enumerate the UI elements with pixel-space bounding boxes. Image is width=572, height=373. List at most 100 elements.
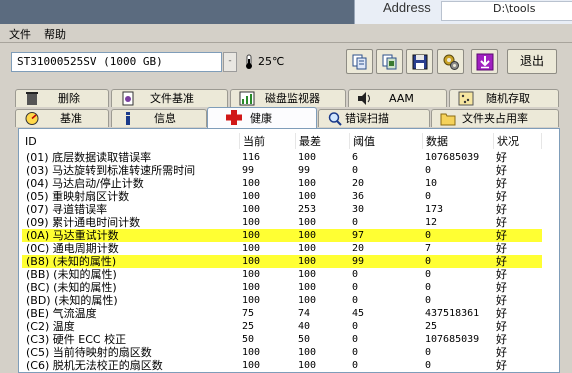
menu-file[interactable]: 文件 [9,26,31,42]
tab-erase[interactable]: 删除 [15,89,109,107]
table-row[interactable]: (C3) 硬件 ECC 校正 50 50 0 107685039 好 [22,333,542,346]
table-row[interactable]: (B8) (未知的属性) 100 100 99 0 好 [22,255,542,268]
cell-st: 好 [496,216,507,229]
cell-st: 好 [496,294,507,307]
tab-error-scan[interactable]: 错误扫描 [318,109,430,127]
tab-benchmark[interactable]: 基准 [15,109,109,127]
cell-thr: 6 [352,152,359,163]
cell-st: 好 [496,333,507,346]
tab-file-benchmark[interactable]: 文件基准 [111,89,228,107]
table-row[interactable]: (03) 马达旋转到标准转速所需时间 99 99 0 0 好 [22,164,542,177]
cell-st: 好 [496,229,507,242]
table-row[interactable]: (05) 重映射扇区计数 100 100 36 0 好 [22,190,542,203]
menu-bar: 文件 帮助 [0,24,572,43]
tab-folder-usage[interactable]: 文件夹占用率 [431,109,559,127]
address-label: Address [383,0,431,15]
options-button[interactable] [437,49,464,74]
table-row[interactable]: (BE) 气流温度 75 74 45 437518361 好 [22,307,542,320]
cell-cur: 116 [242,152,261,163]
cell-dat: 0 [425,360,432,371]
cell-wor: 100 [298,243,317,254]
cell-id: (BD) (未知的属性) [26,294,118,307]
cell-thr: 30 [352,204,365,215]
minimize-to-tray-button[interactable] [471,49,498,74]
cell-thr: 20 [352,178,365,189]
cell-id: (C3) 硬件 ECC 校正 [26,333,127,346]
cell-cur: 100 [242,269,261,280]
tab-label: 删除 [58,92,80,105]
table-row[interactable]: (BC) (未知的属性) 100 100 0 0 好 [22,281,542,294]
copy-text-button[interactable] [346,49,373,74]
column-header-status[interactable]: 状况 [494,133,542,149]
error-scan-icon [328,112,342,126]
folder-icon [440,113,456,126]
table-row[interactable]: (C6) 脱机无法校正的扇区数 100 100 0 0 好 [22,359,542,372]
cell-cur: 100 [242,282,261,293]
health-cross-icon [226,110,242,125]
table-row[interactable]: (01) 底层数据读取错误率 116 100 6 107685039 好 [22,151,542,164]
drive-select[interactable]: ST31000525SV (1000 GB) [11,52,222,72]
cell-cur: 100 [242,217,261,228]
background-explorer-window: Address D:\tools [354,0,572,24]
cell-id: (B8) (未知的属性) [26,255,117,268]
column-header-data[interactable]: 数据 [423,133,494,149]
cell-wor: 100 [298,191,317,202]
column-header-threshold[interactable]: 阈值 [350,133,423,149]
thermometer-icon [246,54,252,69]
menu-help[interactable]: 帮助 [44,26,66,42]
temperature-readout: 25℃ [258,55,285,68]
table-row[interactable]: (04) 马达启动/停止计数 100 100 20 10 好 [22,177,542,190]
save-button[interactable] [406,49,433,74]
table-row[interactable]: (C5) 当前待映射的扇区数 100 100 0 0 好 [22,346,542,359]
exit-button[interactable]: 退出 [507,49,557,74]
table-row[interactable]: (BD) (未知的属性) 100 100 0 0 好 [22,294,542,307]
tab-label: 随机存取 [486,92,530,105]
table-row[interactable]: (07) 寻道错误率 100 253 30 173 好 [22,203,542,216]
cell-id: (BC) (未知的属性) [26,281,117,294]
cell-wor: 50 [298,334,311,345]
tab-label: 文件夹占用率 [462,112,528,125]
cell-st: 好 [496,190,507,203]
cell-wor: 100 [298,178,317,189]
cell-dat: 173 [425,204,444,215]
cell-cur: 50 [242,334,255,345]
table-row[interactable]: (0A) 马达重试计数 100 100 97 0 好 [22,229,542,242]
table-row[interactable]: (C2) 温度 25 40 0 25 好 [22,320,542,333]
cell-st: 好 [496,307,507,320]
drive-dropdown-button[interactable]: - [223,52,237,72]
cell-thr: 0 [352,165,359,176]
cell-st: 好 [496,359,507,372]
table-row[interactable]: (09) 累计通电时间计数 100 100 0 12 好 [22,216,542,229]
cell-dat: 0 [425,191,432,202]
cell-wor: 100 [298,256,317,267]
cell-wor: 100 [298,217,317,228]
table-row[interactable]: (BB) (未知的属性) 100 100 0 0 好 [22,268,542,281]
cell-st: 好 [496,255,507,268]
tab-disk-monitor[interactable]: 磁盘监视器 [230,89,346,107]
column-header-worst[interactable]: 最差 [296,133,350,149]
cell-wor: 253 [298,204,317,215]
cell-id: (0A) 马达重试计数 [26,229,119,242]
cell-cur: 100 [242,295,261,306]
tab-info[interactable]: 信息 [111,109,207,127]
cell-dat: 0 [425,347,432,358]
cell-st: 好 [496,164,507,177]
cell-st: 好 [496,151,507,164]
cell-id: (09) 累计通电时间计数 [26,216,141,229]
arrow-down-icon [476,53,494,71]
cell-cur: 100 [242,347,261,358]
column-header-id[interactable]: ID [22,133,240,149]
cell-cur: 100 [242,243,261,254]
tab-label: 错误扫描 [345,112,389,125]
table-row[interactable]: (0C) 通电周期计数 100 100 20 7 好 [22,242,542,255]
tab-health[interactable]: 健康 [207,107,317,128]
tab-label: 文件基准 [150,92,194,105]
floppy-disk-icon [412,54,428,70]
copy-screenshot-button[interactable] [376,49,403,74]
tab-random-access[interactable]: 随机存取 [449,89,559,107]
disk-monitor-icon [239,91,255,106]
tab-aam[interactable]: AAM [348,89,447,107]
column-header-current[interactable]: 当前 [240,133,296,149]
cell-wor: 74 [298,308,311,319]
copy-image-icon [382,54,397,70]
